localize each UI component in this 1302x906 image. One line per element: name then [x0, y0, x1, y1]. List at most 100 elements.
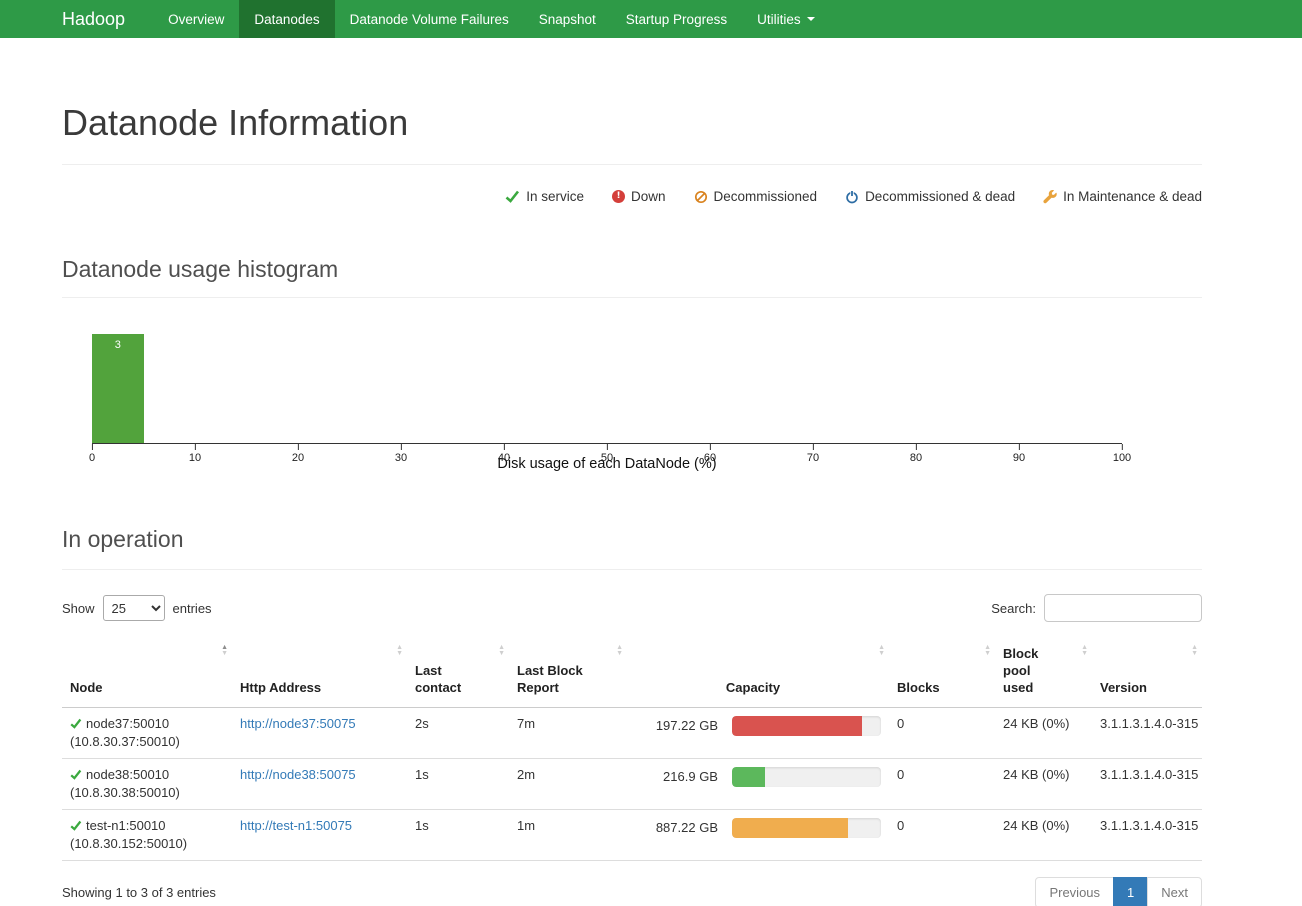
node-name: test-n1:50010	[86, 818, 166, 834]
sort-icon	[221, 645, 228, 656]
col-header-last-block-report[interactable]: Last Block Report	[509, 638, 627, 707]
x-tick: 60	[704, 444, 716, 464]
table-row: test-n1:50010 (10.8.30.152:50010) http:/…	[62, 809, 1202, 860]
last-block-report-cell: 7m	[509, 707, 627, 758]
x-tick: 90	[1013, 444, 1025, 464]
version-cell: 3.1.1.3.1.4.0-315	[1092, 707, 1202, 758]
divider	[62, 164, 1202, 165]
in-service-check-icon	[70, 718, 82, 729]
exclamation-circle-icon: !	[612, 190, 625, 203]
legend-decommissioned-dead-label: Decommissioned & dead	[865, 189, 1015, 204]
table-search: Search:	[991, 594, 1202, 622]
nav-snapshot[interactable]: Snapshot	[524, 0, 611, 38]
x-tick: 100	[1113, 444, 1131, 464]
nav-startup-progress-label: Startup Progress	[626, 12, 727, 27]
node-ip: (10.8.30.37:50010)	[70, 734, 224, 750]
legend-down: ! Down	[612, 189, 666, 204]
power-icon	[845, 190, 859, 204]
legend-maintenance-dead: In Maintenance & dead	[1043, 189, 1202, 204]
legend-decommissioned: Decommissioned	[694, 189, 818, 204]
nav-datanode-volume-failures-label: Datanode Volume Failures	[350, 12, 509, 27]
x-tick: 20	[292, 444, 304, 464]
last-contact-cell: 1s	[407, 758, 509, 809]
col-header-capacity[interactable]: Capacity	[627, 638, 889, 707]
sort-icon	[878, 645, 885, 656]
wrench-icon	[1043, 190, 1057, 204]
capacity-bar	[732, 716, 881, 736]
node-cell: node37:50010 (10.8.30.37:50010)	[62, 707, 232, 758]
histogram-bar: 3	[92, 334, 144, 443]
version-cell: 3.1.1.3.1.4.0-315	[1092, 758, 1202, 809]
histogram-section-title: Datanode usage histogram	[62, 256, 1202, 283]
http-address-link[interactable]: http://test-n1:50075	[240, 818, 352, 833]
legend-maintenance-dead-label: In Maintenance & dead	[1063, 189, 1202, 204]
table-row: node38:50010 (10.8.30.38:50010) http://n…	[62, 758, 1202, 809]
node-ip: (10.8.30.38:50010)	[70, 785, 224, 801]
sort-icon	[616, 645, 623, 656]
table-info: Showing 1 to 3 of 3 entries	[62, 885, 216, 900]
page-title: Datanode Information	[62, 102, 1202, 144]
divider	[62, 569, 1202, 570]
http-address-link[interactable]: http://node38:50075	[240, 767, 356, 782]
show-label: Show	[62, 601, 95, 616]
legend-in-service: In service	[505, 189, 584, 204]
block-pool-used-cell: 24 KB (0%)	[995, 707, 1092, 758]
node-cell: test-n1:50010 (10.8.30.152:50010)	[62, 809, 232, 860]
x-tick: 80	[910, 444, 922, 464]
x-axis-ticks: 0 10 20 30 40 50 60 70 80 90 100	[92, 444, 1122, 466]
col-header-blocks[interactable]: Blocks	[889, 638, 995, 707]
capacity-bar-fill	[732, 716, 862, 736]
top-navbar: Hadoop Overview Datanodes Datanode Volum…	[0, 0, 1302, 38]
x-tick: 30	[395, 444, 407, 464]
nav-datanodes[interactable]: Datanodes	[239, 0, 334, 38]
last-block-report-cell: 2m	[509, 758, 627, 809]
nav-menu: Overview Datanodes Datanode Volume Failu…	[153, 0, 830, 38]
blocks-cell: 0	[889, 809, 995, 860]
nav-overview[interactable]: Overview	[153, 0, 239, 38]
legend-down-label: Down	[631, 189, 666, 204]
pagination: Previous 1 Next	[1036, 877, 1202, 906]
caret-down-icon	[807, 17, 815, 21]
col-header-last-contact[interactable]: Last contact	[407, 638, 509, 707]
pagination-previous[interactable]: Previous	[1035, 877, 1114, 906]
capacity-cell: 216.9 GB	[627, 758, 889, 809]
http-address-link[interactable]: http://node37:50075	[240, 716, 356, 731]
nav-utilities-label: Utilities	[757, 12, 801, 27]
operation-section-title: In operation	[62, 526, 1202, 553]
col-header-version[interactable]: Version	[1092, 638, 1202, 707]
pagination-page-1[interactable]: 1	[1113, 877, 1148, 906]
capacity-bar-fill	[732, 767, 765, 787]
capacity-value: 887.22 GB	[635, 820, 718, 836]
blocks-cell: 0	[889, 707, 995, 758]
capacity-cell: 197.22 GB	[627, 707, 889, 758]
block-pool-used-cell: 24 KB (0%)	[995, 758, 1092, 809]
x-tick: 50	[601, 444, 613, 464]
page-length-control: Show 25 entries	[62, 595, 212, 621]
x-tick: 70	[807, 444, 819, 464]
node-name: node38:50010	[86, 767, 169, 783]
no-entry-icon	[694, 190, 708, 204]
col-header-node[interactable]: Node	[62, 638, 232, 707]
col-header-block-pool-used[interactable]: Block pool used	[995, 638, 1092, 707]
search-input[interactable]	[1044, 594, 1202, 622]
nav-utilities[interactable]: Utilities	[742, 0, 830, 38]
sort-icon	[498, 645, 505, 656]
sort-icon	[396, 645, 403, 656]
nav-snapshot-label: Snapshot	[539, 12, 596, 27]
nav-startup-progress[interactable]: Startup Progress	[611, 0, 742, 38]
last-block-report-cell: 1m	[509, 809, 627, 860]
nav-datanode-volume-failures[interactable]: Datanode Volume Failures	[335, 0, 524, 38]
capacity-bar-fill	[732, 818, 848, 838]
search-label: Search:	[991, 601, 1036, 616]
legend-decommissioned-label: Decommissioned	[714, 189, 818, 204]
entries-label: entries	[173, 601, 212, 616]
x-tick: 10	[189, 444, 201, 464]
brand-hadoop[interactable]: Hadoop	[62, 0, 125, 38]
capacity-bar	[732, 818, 881, 838]
entries-select[interactable]: 25	[103, 595, 165, 621]
check-icon	[505, 190, 520, 203]
nav-overview-label: Overview	[168, 12, 224, 27]
pagination-next[interactable]: Next	[1147, 877, 1202, 906]
col-header-http-address[interactable]: Http Address	[232, 638, 407, 707]
x-tick: 40	[498, 444, 510, 464]
